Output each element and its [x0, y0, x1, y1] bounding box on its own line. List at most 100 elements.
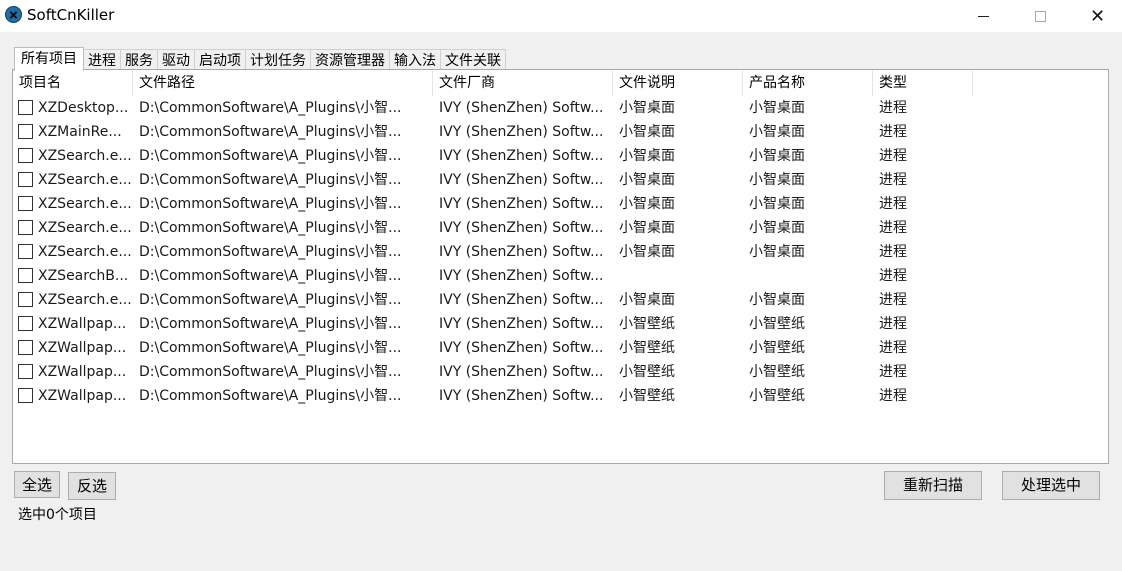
cell-type: 进程	[879, 292, 907, 308]
maximize-button[interactable]	[1012, 0, 1069, 32]
cell-item-name: XZWallpap...	[38, 316, 127, 332]
cell-product-name: 小智桌面	[749, 124, 805, 140]
cell-description: 小智壁纸	[619, 388, 675, 404]
close-icon: ✕	[1089, 5, 1106, 27]
row-checkbox[interactable]	[18, 364, 33, 379]
cell-file-path: D:\CommonSoftware\A_Plugins\小智...	[139, 124, 402, 140]
column-header-file-path[interactable]: 文件路径	[133, 70, 433, 96]
tab-processes[interactable]: 进程	[83, 49, 121, 71]
row-checkbox[interactable]	[18, 388, 33, 403]
cell-file-path: D:\CommonSoftware\A_Plugins\小智...	[139, 100, 402, 116]
cell-vendor: IVY (ShenZhen) Softw...	[439, 316, 604, 332]
cell-product-name: 小智壁纸	[749, 340, 805, 356]
row-checkbox[interactable]	[18, 340, 33, 355]
cell-description: 小智桌面	[619, 100, 675, 116]
cell-file-path: D:\CommonSoftware\A_Plugins\小智...	[139, 244, 402, 260]
cell-vendor: IVY (ShenZhen) Softw...	[439, 268, 604, 284]
cell-type: 进程	[879, 196, 907, 212]
tab-file-association[interactable]: 文件关联	[440, 49, 506, 71]
cell-file-path: D:\CommonSoftware\A_Plugins\小智...	[139, 220, 402, 236]
row-checkbox[interactable]	[18, 268, 33, 283]
cell-product-name: 小智壁纸	[749, 388, 805, 404]
cell-vendor: IVY (ShenZhen) Softw...	[439, 292, 604, 308]
cell-type: 进程	[879, 124, 907, 140]
tab-services[interactable]: 服务	[120, 49, 158, 71]
tab-input-method[interactable]: 输入法	[389, 49, 441, 71]
table-row[interactable]: XZSearch.e... D:\CommonSoftware\A_Plugins…	[13, 168, 1108, 192]
table-body: XZDesktop... D:\CommonSoftware\A_Plugins\…	[13, 96, 1108, 408]
row-checkbox[interactable]	[18, 124, 33, 139]
cell-item-name: XZSearchB...	[38, 268, 129, 284]
table-row[interactable]: XZWallpap... D:\CommonSoftware\A_Plugins\…	[13, 384, 1108, 408]
cell-vendor: IVY (ShenZhen) Softw...	[439, 196, 604, 212]
cell-description: 小智壁纸	[619, 340, 675, 356]
cell-vendor: IVY (ShenZhen) Softw...	[439, 220, 604, 236]
tab-startup[interactable]: 启动项	[194, 49, 246, 71]
row-checkbox[interactable]	[18, 172, 33, 187]
cell-product-name: 小智壁纸	[749, 364, 805, 380]
rescan-button[interactable]: 重新扫描	[884, 471, 982, 500]
row-checkbox[interactable]	[18, 148, 33, 163]
minimize-icon	[978, 15, 989, 17]
tab-scheduled-tasks[interactable]: 计划任务	[245, 49, 311, 71]
table-row[interactable]: XZWallpap... D:\CommonSoftware\A_Plugins\…	[13, 312, 1108, 336]
tab-explorer[interactable]: 资源管理器	[310, 49, 390, 71]
table-row[interactable]: XZSearch.e... D:\CommonSoftware\A_Plugins…	[13, 240, 1108, 264]
cell-description: 小智桌面	[619, 124, 675, 140]
column-header-item-name[interactable]: 项目名	[13, 70, 133, 96]
table-row[interactable]: XZMainRe... D:\CommonSoftware\A_Plugins\小…	[13, 120, 1108, 144]
minimize-button[interactable]	[955, 0, 1012, 32]
table-row[interactable]: XZSearch.e... D:\CommonSoftware\A_Plugins…	[13, 144, 1108, 168]
row-checkbox[interactable]	[18, 292, 33, 307]
tab-all-items[interactable]: 所有项目	[14, 47, 84, 71]
column-header-description[interactable]: 文件说明	[613, 70, 743, 96]
table-row[interactable]: XZDesktop... D:\CommonSoftware\A_Plugins\…	[13, 96, 1108, 120]
process-selected-button[interactable]: 处理选中	[1002, 471, 1100, 500]
row-checkbox[interactable]	[18, 100, 33, 115]
cell-product-name: 小智壁纸	[749, 316, 805, 332]
cell-product-name: 小智桌面	[749, 244, 805, 260]
cell-type: 进程	[879, 220, 907, 236]
cell-product-name: 小智桌面	[749, 292, 805, 308]
cell-description: 小智桌面	[619, 244, 675, 260]
cell-type: 进程	[879, 244, 907, 260]
cell-item-name: XZDesktop...	[38, 100, 129, 116]
cell-item-name: XZSearch.e...	[38, 148, 132, 164]
table-row[interactable]: XZSearch.e... D:\CommonSoftware\A_Plugins…	[13, 288, 1108, 312]
title-bar: SoftCnKiller ✕	[0, 0, 1122, 32]
cell-product-name: 小智桌面	[749, 172, 805, 188]
invert-selection-button[interactable]: 反选	[68, 472, 116, 500]
table-row[interactable]: XZWallpap... D:\CommonSoftware\A_Plugins\…	[13, 360, 1108, 384]
row-checkbox[interactable]	[18, 316, 33, 331]
row-checkbox[interactable]	[18, 196, 33, 211]
close-button[interactable]: ✕	[1069, 0, 1122, 32]
cell-vendor: IVY (ShenZhen) Softw...	[439, 148, 604, 164]
cell-vendor: IVY (ShenZhen) Softw...	[439, 340, 604, 356]
cell-file-path: D:\CommonSoftware\A_Plugins\小智...	[139, 340, 402, 356]
cell-product-name: 小智桌面	[749, 196, 805, 212]
table-row[interactable]: XZSearch.e... D:\CommonSoftware\A_Plugins…	[13, 192, 1108, 216]
select-all-button[interactable]: 全选	[14, 471, 60, 498]
cell-item-name: XZSearch.e...	[38, 196, 132, 212]
cell-file-path: D:\CommonSoftware\A_Plugins\小智...	[139, 364, 402, 380]
cell-product-name: 小智桌面	[749, 220, 805, 236]
tab-drivers[interactable]: 驱动	[157, 49, 195, 71]
cell-product-name: 小智桌面	[749, 100, 805, 116]
cell-description: 小智壁纸	[619, 316, 675, 332]
row-checkbox[interactable]	[18, 220, 33, 235]
cell-vendor: IVY (ShenZhen) Softw...	[439, 244, 604, 260]
table-row[interactable]: XZSearch.e... D:\CommonSoftware\A_Plugins…	[13, 216, 1108, 240]
column-header-type[interactable]: 类型	[873, 70, 973, 96]
cell-type: 进程	[879, 172, 907, 188]
table-row[interactable]: XZWallpap... D:\CommonSoftware\A_Plugins\…	[13, 336, 1108, 360]
cell-item-name: XZWallpap...	[38, 364, 127, 380]
cell-product-name: 小智桌面	[749, 148, 805, 164]
cell-type: 进程	[879, 316, 907, 332]
cell-vendor: IVY (ShenZhen) Softw...	[439, 388, 604, 404]
column-header-vendor[interactable]: 文件厂商	[433, 70, 613, 96]
column-header-product-name[interactable]: 产品名称	[743, 70, 873, 96]
row-checkbox[interactable]	[18, 244, 33, 259]
cell-description: 小智桌面	[619, 292, 675, 308]
table-row[interactable]: XZSearchB... D:\CommonSoftware\A_Plugins\…	[13, 264, 1108, 288]
cell-file-path: D:\CommonSoftware\A_Plugins\小智...	[139, 172, 402, 188]
